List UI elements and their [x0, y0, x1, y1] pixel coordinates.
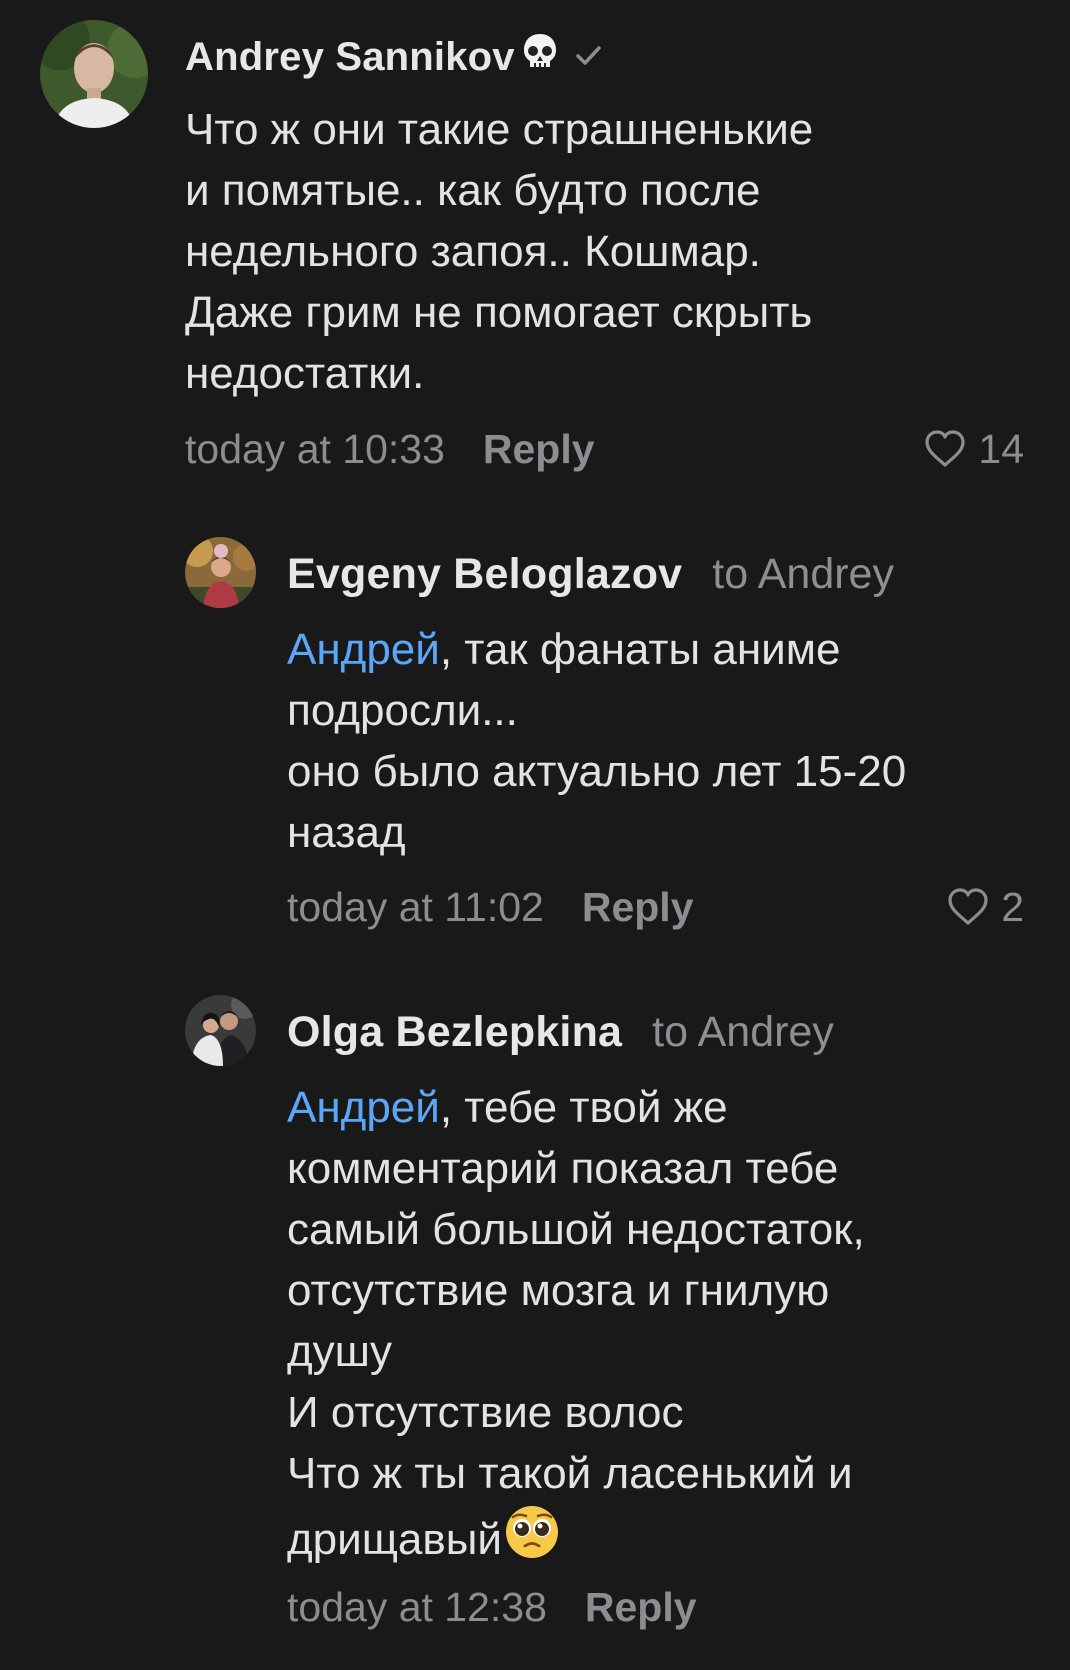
mention-link[interactable]: Андрей	[287, 625, 440, 674]
author-name[interactable]: Evgeny Beloglazov	[287, 550, 682, 599]
timestamp: today at 10:33	[185, 425, 445, 472]
comment-meta: today at 10:33 Reply	[185, 423, 595, 475]
comment-body: Что ж они такие страшненькие и помятые..…	[185, 105, 814, 398]
comment-body: Андрей, тебе твой же комментарий показал…	[287, 1077, 865, 1576]
reply-button[interactable]: Reply	[483, 426, 595, 473]
comment-header: Andrey Sannikov	[185, 30, 603, 84]
checkmark-icon	[573, 35, 603, 80]
author-name[interactable]: Olga Bezlepkina	[287, 1008, 622, 1057]
reply-to-label[interactable]: to Andrey	[652, 1008, 834, 1057]
avatar[interactable]	[185, 995, 256, 1066]
comment-body: Андрей, так фанаты аниме подросли... оно…	[287, 619, 906, 863]
like-count: 2	[1001, 883, 1024, 930]
heart-icon	[924, 430, 966, 468]
heart-icon	[947, 888, 989, 926]
reply-to-label[interactable]: to Andrey	[712, 550, 894, 599]
reply-button[interactable]: Reply	[582, 884, 694, 931]
timestamp: today at 11:02	[287, 883, 544, 930]
mention-link[interactable]: Андрей	[287, 1083, 440, 1132]
timestamp: today at 12:38	[287, 1583, 547, 1630]
comment-body-text: , тебе твой же комментарий показал тебе …	[287, 1083, 865, 1564]
like-count: 14	[978, 425, 1024, 472]
like-button[interactable]: 14	[924, 423, 1024, 475]
skull-icon	[521, 32, 559, 82]
author-name[interactable]: Andrey Sannikov	[185, 35, 515, 80]
avatar[interactable]	[185, 537, 256, 608]
reply-button[interactable]: Reply	[585, 1584, 697, 1631]
like-button[interactable]: 2	[947, 881, 1024, 933]
comment-header: Evgeny Beloglazov to Andrey	[287, 545, 894, 603]
comment-meta: today at 12:38 Reply	[287, 1581, 697, 1633]
comment-meta: today at 11:02 Reply	[287, 881, 694, 933]
comment-header: Olga Bezlepkina to Andrey	[287, 1003, 834, 1061]
avatar[interactable]	[40, 20, 148, 128]
pleading-face-icon	[504, 1504, 560, 1576]
